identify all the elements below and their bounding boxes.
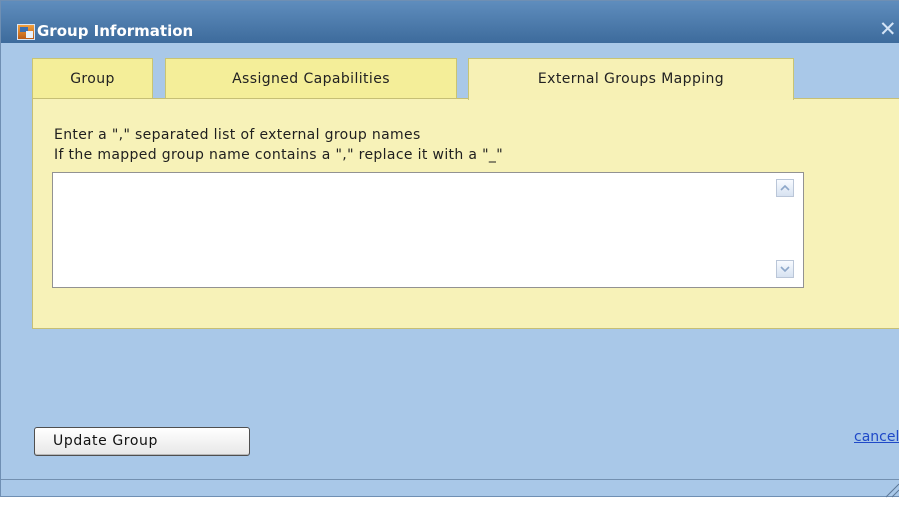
scroll-up-button[interactable] [776, 179, 794, 197]
scroll-down-icon [780, 266, 790, 273]
instruction-line-1: Enter a "," separated list of external g… [54, 127, 421, 143]
tab-external-groups-mapping[interactable]: External Groups Mapping [468, 58, 794, 100]
tab-assigned-capabilities[interactable]: Assigned Capabilities [165, 58, 457, 98]
close-icon[interactable]: ✕ [879, 19, 897, 40]
footer-divider [1, 479, 899, 480]
resize-grip-icon[interactable] [876, 480, 899, 498]
instruction-line-2: If the mapped group name contains a "," … [54, 147, 504, 163]
update-group-button[interactable]: Update Group [34, 427, 250, 456]
group-information-dialog: Group Information ✕ Group Assigned Capab… [0, 0, 899, 498]
cancel-link[interactable]: cancel [854, 429, 899, 445]
group-window-icon [17, 24, 35, 40]
scroll-up-icon [780, 184, 790, 191]
scroll-down-button[interactable] [776, 260, 794, 278]
external-groups-textarea[interactable] [52, 172, 804, 288]
dialog-titlebar[interactable]: Group Information ✕ [1, 1, 899, 43]
tab-group[interactable]: Group [32, 58, 153, 98]
dialog-title: Group Information [37, 22, 194, 40]
